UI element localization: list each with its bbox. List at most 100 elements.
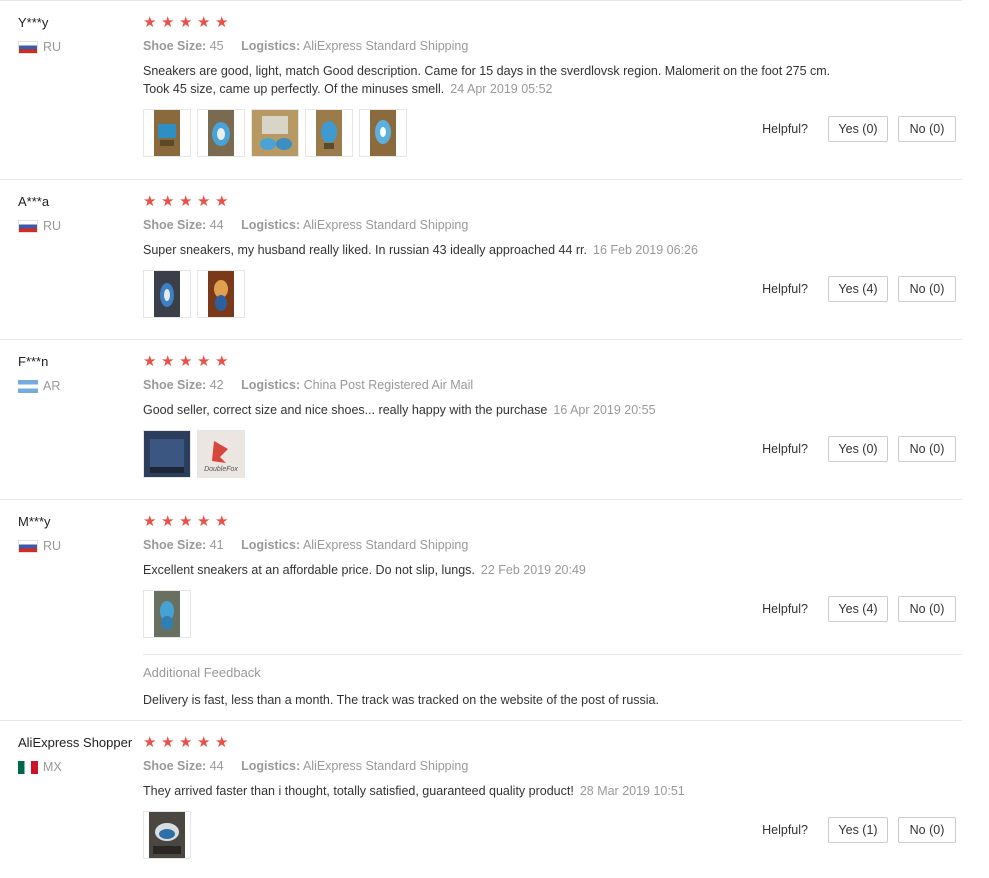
- reviewer-name: Y***y: [18, 15, 49, 30]
- helpful-yes-button[interactable]: Yes (0): [828, 436, 888, 462]
- size-value: 44: [209, 759, 224, 773]
- rating-stars: ★ ★ ★ ★ ★: [143, 735, 863, 751]
- flag-ru-icon: [18, 539, 38, 553]
- size-label: Shoe Size:: [143, 759, 207, 773]
- photo-shoe-image: [154, 110, 180, 156]
- review-meta: Shoe Size: 44 Logistics: AliExpress Stan…: [143, 759, 863, 773]
- photo-list: [143, 270, 863, 318]
- review-date: 22 Feb 2019 20:49: [480, 563, 586, 577]
- star-icon: ★: [161, 14, 175, 31]
- star-icon: ★: [179, 513, 193, 530]
- review-body: They arrived faster than i thought, tota…: [143, 784, 574, 798]
- reviewer-info: F***n AR: [18, 354, 60, 393]
- photo-thumbnail[interactable]: [143, 590, 191, 638]
- review-text: Excellent sneakers at an affordable pric…: [143, 561, 848, 579]
- star-icon: ★: [143, 734, 157, 751]
- star-icon: ★: [179, 193, 193, 210]
- helpful-yes-button[interactable]: Yes (4): [828, 276, 888, 302]
- review-item: A***a RU ★ ★ ★ ★ ★ Shoe Size: 44 Logistics: …: [0, 180, 962, 340]
- review-text: Super sneakers, my husband really liked.…: [143, 241, 848, 259]
- reviewer-country: RU: [18, 219, 61, 233]
- photo-list: [143, 590, 863, 638]
- photo-thumbnail[interactable]: [143, 811, 191, 859]
- helpful-no-button[interactable]: No (0): [898, 276, 956, 302]
- photo-thumbnail[interactable]: [143, 430, 191, 478]
- size-label: Shoe Size:: [143, 39, 207, 53]
- size-label: Shoe Size:: [143, 218, 207, 232]
- rating-stars: ★ ★ ★ ★ ★: [143, 354, 863, 370]
- star-icon: ★: [143, 353, 157, 370]
- star-icon: ★: [179, 353, 193, 370]
- review-item: F***n AR ★ ★ ★ ★ ★ Shoe Size: 42 Logistics: …: [0, 340, 962, 500]
- logistics-label: Logistics:: [241, 378, 301, 392]
- country-code: AR: [43, 379, 61, 393]
- helpful-label: Helpful?: [762, 602, 808, 616]
- photo-list: [143, 109, 863, 157]
- photo-logo-image: DoubleFox: [198, 431, 244, 477]
- photo-list: DoubleFox: [143, 430, 863, 478]
- review-text: Sneakers are good, light, match Good des…: [143, 62, 848, 98]
- photo-box-image: [144, 431, 190, 477]
- photo-shoe-image: [252, 110, 298, 156]
- size-label: Shoe Size:: [143, 538, 207, 552]
- size-label: Shoe Size:: [143, 378, 207, 392]
- photo-thumbnail[interactable]: [197, 270, 245, 318]
- helpful-controls: Helpful? Yes (4) No (0): [762, 276, 956, 302]
- helpful-no-button[interactable]: No (0): [898, 436, 956, 462]
- photo-list: [143, 811, 863, 859]
- star-icon: ★: [197, 193, 211, 210]
- reviewer-country: AR: [18, 379, 60, 393]
- star-icon: ★: [197, 513, 211, 530]
- helpful-yes-button[interactable]: Yes (1): [828, 817, 888, 843]
- photo-thumbnail[interactable]: [251, 109, 299, 157]
- photo-thumbnail[interactable]: [143, 270, 191, 318]
- review-date: 16 Apr 2019 20:55: [553, 403, 656, 417]
- logistics-label: Logistics:: [241, 538, 301, 552]
- photo-shoe-image: [370, 110, 396, 156]
- photo-thumbnail[interactable]: DoubleFox: [197, 430, 245, 478]
- reviewer-info: A***a RU: [18, 194, 61, 233]
- star-icon: ★: [215, 734, 229, 751]
- photo-shoe-image: [154, 591, 180, 637]
- size-value: 42: [209, 378, 224, 392]
- star-icon: ★: [197, 734, 211, 751]
- country-code: RU: [43, 219, 62, 233]
- helpful-no-button[interactable]: No (0): [898, 817, 956, 843]
- reviewer-name: A***a: [18, 194, 50, 209]
- review-date: 16 Feb 2019 06:26: [593, 243, 698, 257]
- helpful-no-button[interactable]: No (0): [898, 596, 956, 622]
- photo-thumbnail[interactable]: [359, 109, 407, 157]
- review-content: ★ ★ ★ ★ ★ Shoe Size: 41 Logistics: AliExpres…: [143, 514, 863, 638]
- helpful-label: Helpful?: [762, 282, 808, 296]
- country-code: RU: [43, 40, 62, 54]
- helpful-yes-button[interactable]: Yes (0): [828, 116, 888, 142]
- rating-stars: ★ ★ ★ ★ ★: [143, 194, 863, 210]
- photo-shoe-image: [208, 110, 234, 156]
- size-value: 41: [209, 538, 224, 552]
- review-item: M***y RU ★ ★ ★ ★ ★ Shoe Size: 41 Logistics: …: [0, 500, 962, 721]
- review-content: ★ ★ ★ ★ ★ Shoe Size: 44 Logistics: AliExpres…: [143, 735, 863, 859]
- photo-thumbnail[interactable]: [197, 109, 245, 157]
- star-icon: ★: [143, 513, 157, 530]
- rating-stars: ★ ★ ★ ★ ★: [143, 15, 863, 31]
- helpful-no-button[interactable]: No (0): [898, 116, 956, 142]
- reviewer-country: MX: [18, 760, 132, 774]
- helpful-controls: Helpful? Yes (4) No (0): [762, 596, 956, 622]
- photo-shoe-image: [208, 271, 234, 317]
- star-icon: ★: [215, 353, 229, 370]
- review-body: Excellent sneakers at an affordable pric…: [143, 563, 475, 577]
- helpful-yes-button[interactable]: Yes (4): [828, 596, 888, 622]
- photo-thumbnail[interactable]: [143, 109, 191, 157]
- reviewer-name: M***y: [18, 514, 51, 529]
- reviewer-info: M***y RU: [18, 514, 61, 553]
- reviewer-info: AliExpress Shopper MX: [18, 735, 132, 774]
- logistics-value: China Post Registered Air Mail: [303, 378, 474, 392]
- star-icon: ★: [197, 353, 211, 370]
- review-content: ★ ★ ★ ★ ★ Shoe Size: 42 Logistics: China Pos…: [143, 354, 863, 478]
- photo-thumbnail[interactable]: [305, 109, 353, 157]
- helpful-label: Helpful?: [762, 442, 808, 456]
- star-icon: ★: [215, 193, 229, 210]
- star-icon: ★: [143, 193, 157, 210]
- review-text: Good seller, correct size and nice shoes…: [143, 401, 848, 419]
- helpful-label: Helpful?: [762, 122, 808, 136]
